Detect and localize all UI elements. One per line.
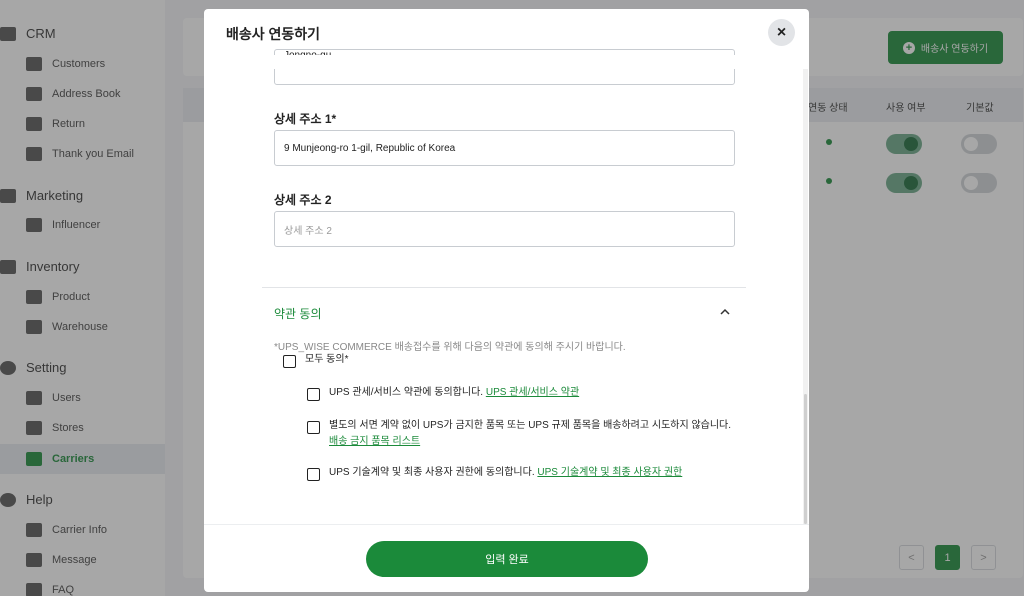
address2-label: 상세 주소 2: [274, 193, 332, 207]
close-button[interactable]: ×: [768, 19, 795, 46]
submit-button[interactable]: 입력 완료: [366, 541, 648, 577]
chevron-up-icon[interactable]: [720, 307, 730, 317]
terms-item-3-text: UPS 기술계약 및 최종 사용자 권한에 동의합니다.: [329, 467, 535, 478]
terms-item-3: UPS 기술계약 및 최종 사용자 권한에 동의합니다. UPS 기술계약 및 …: [329, 465, 682, 481]
scrollbar-thumb[interactable]: [804, 394, 807, 524]
address1-label: 상세 주소 1*: [274, 112, 337, 126]
address1-value: 9 Munjeong-ro 1-gil, Republic of Korea: [284, 142, 456, 154]
terms-title[interactable]: 약관 동의: [274, 305, 322, 322]
terms-checkbox-3[interactable]: [307, 468, 320, 481]
close-icon: ×: [776, 23, 787, 41]
terms-item-2-text: 별도의 서면 계약 없이 UPS가 금지한 품목 또는 UPS 규제 품목을 배…: [329, 420, 732, 431]
terms-note: *UPS_WISE COMMERCE 배송접수를 위해 다음의 약관에 동의해 …: [274, 342, 626, 353]
divider: [262, 287, 746, 288]
terms-item-2: 별도의 서면 계약 없이 UPS가 금지한 품목 또는 UPS 규제 품목을 배…: [329, 418, 749, 450]
terms-item-1-link[interactable]: UPS 관세/서비스 약관: [486, 387, 579, 398]
terms-item-3-link[interactable]: UPS 기술계약 및 최종 사용자 권한: [537, 467, 682, 478]
connect-carrier-modal: 배송사 연동하기 × Jongno-gu 상세 주소 1* 9 Munjeong…: [204, 9, 809, 592]
modal-title: 배송사 연동하기: [226, 26, 321, 42]
address2-placeholder: 상세 주소 2: [284, 225, 332, 237]
footer-divider: [204, 524, 809, 525]
terms-item-1: UPS 관세/서비스 약관에 동의합니다. UPS 관세/서비스 약관: [329, 385, 579, 401]
terms-checkbox-2[interactable]: [307, 421, 320, 434]
terms-checkbox-1[interactable]: [307, 388, 320, 401]
address2-field[interactable]: 상세 주소 2: [274, 211, 735, 247]
address1-field[interactable]: 9 Munjeong-ro 1-gil, Republic of Korea: [274, 130, 735, 166]
agree-all-checkbox[interactable]: [283, 355, 296, 368]
terms-item-2-link[interactable]: 배송 금지 품목 리스트: [329, 436, 420, 447]
agree-all-label: 모두 동의*: [305, 354, 349, 365]
submit-label: 입력 완료: [485, 554, 529, 566]
terms-item-1-text: UPS 관세/서비스 약관에 동의합니다.: [329, 387, 484, 398]
